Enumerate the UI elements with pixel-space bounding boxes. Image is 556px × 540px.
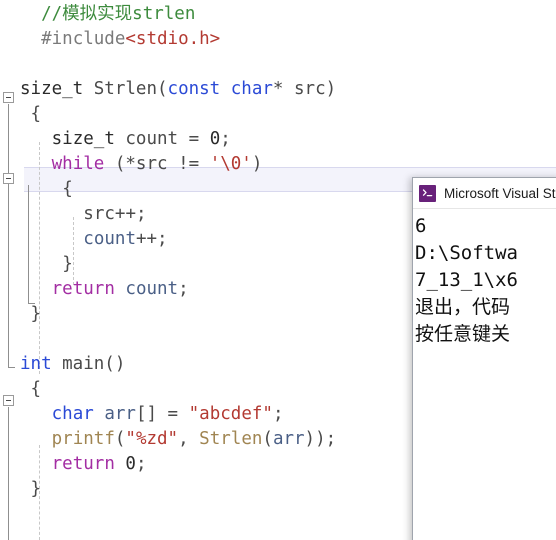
code-token: ++; <box>114 204 147 224</box>
code-line-text: while (*src != '\0') <box>52 152 263 177</box>
console-output-line: 按任意键关 <box>415 323 511 345</box>
code-token: arr <box>272 429 305 449</box>
code-token: src <box>83 204 115 224</box>
code-token: '\0' <box>209 154 252 174</box>
code-token: return <box>51 454 115 474</box>
code-token: arr <box>104 404 136 424</box>
console-window[interactable]: Microsoft Visual Stu 6 D:\Softwa 7_13_1\x6… <box>412 177 556 540</box>
code-token: ; <box>178 279 189 299</box>
code-line-text: { <box>31 377 42 402</box>
code-line[interactable]: #include<stdio.h> <box>0 27 556 52</box>
code-token: ; <box>272 404 284 424</box>
code-line-text: size_t Strlen(const char* src) <box>20 77 336 102</box>
code-token: count <box>125 279 179 299</box>
code-token: ( <box>156 79 168 99</box>
code-token: ) <box>251 154 263 174</box>
code-line[interactable]: size_t Strlen(const char* src) <box>0 77 556 102</box>
code-line[interactable] <box>0 52 556 77</box>
code-line-text: } <box>62 252 73 277</box>
code-token: [] = <box>135 404 189 424</box>
console-output-line: 退出，代码 <box>415 296 511 318</box>
code-token: ( <box>262 429 273 449</box>
console-output-line: D:\Softwa <box>415 242 518 264</box>
code-line-text: { <box>62 177 73 202</box>
code-token: ( <box>114 429 126 449</box>
vs-editor-screenshot: //模拟实现strlen #include<stdio.h> size_t Strl… <box>0 0 556 540</box>
code-token: } <box>62 254 73 274</box>
console-output-line: 6 <box>415 215 427 237</box>
code-token: int <box>20 354 52 374</box>
code-token: count = <box>114 129 210 149</box>
code-line-text: { <box>31 102 42 127</box>
code-line-text: return count; <box>52 277 189 302</box>
code-token: count <box>83 229 136 249</box>
code-line-text: src++; <box>83 202 146 227</box>
code-token: return <box>51 279 115 299</box>
code-token: 0 <box>125 454 136 474</box>
code-token: { <box>62 179 73 199</box>
code-token: , <box>178 429 200 449</box>
code-line-text: } <box>31 477 42 502</box>
code-token: src <box>294 79 326 99</box>
console-window-title: Microsoft Visual Stu <box>444 185 556 201</box>
code-token: #include <box>41 29 126 49</box>
code-line[interactable]: while (*src != '\0') <box>0 152 556 177</box>
code-token: while <box>51 154 105 174</box>
code-line[interactable]: //模拟实现strlen <box>0 2 556 27</box>
code-token: ; <box>135 454 147 474</box>
code-token: main() <box>51 354 126 374</box>
code-line-text: #include<stdio.h> <box>41 27 220 52</box>
code-token: } <box>30 304 42 324</box>
code-token: { <box>30 104 42 124</box>
code-line-text: //模拟实现strlen <box>41 2 195 27</box>
code-line-text: printf("%zd", Strlen(arr)); <box>52 427 337 452</box>
console-app-icon <box>419 184 436 202</box>
console-titlebar[interactable]: Microsoft Visual Stu <box>413 178 556 209</box>
code-token: Strlen <box>199 429 263 449</box>
code-token: ++; <box>135 229 168 249</box>
code-line-text: char arr[] = "abcdef"; <box>52 402 284 427</box>
code-token: "%zd" <box>125 429 179 449</box>
code-token: (*src != <box>104 154 210 174</box>
code-line-text: } <box>31 302 42 327</box>
code-token: )); <box>304 429 337 449</box>
code-token: 0 <box>209 129 221 149</box>
code-token: <stdio.h> <box>125 29 221 49</box>
code-token: { <box>30 379 42 399</box>
code-token: "abcdef" <box>188 404 273 424</box>
code-token: } <box>30 479 42 499</box>
code-line-text: count++; <box>83 227 167 252</box>
code-token: char <box>230 79 273 99</box>
console-output: 6 D:\Softwa 7_13_1\x6 退出，代码按任意键关 <box>413 209 556 540</box>
code-line-text: return 0; <box>52 452 147 477</box>
code-line[interactable]: { <box>0 102 556 127</box>
code-token: ) <box>325 79 337 99</box>
code-token: const <box>167 79 221 99</box>
code-token: size_t <box>51 129 115 149</box>
code-token: size_t <box>20 79 84 99</box>
code-token: printf <box>51 429 115 449</box>
console-output-line: 7_13_1\x6 <box>415 269 518 291</box>
code-token: Strlen <box>93 79 157 99</box>
code-token: ; <box>220 129 231 149</box>
code-line-text: size_t count = 0; <box>52 127 231 152</box>
code-token: char <box>51 404 94 424</box>
code-token: //模拟实现strlen <box>41 4 196 24</box>
code-token: * <box>272 79 294 99</box>
code-line-text: int main() <box>20 352 125 377</box>
code-line[interactable]: size_t count = 0; <box>0 127 556 152</box>
